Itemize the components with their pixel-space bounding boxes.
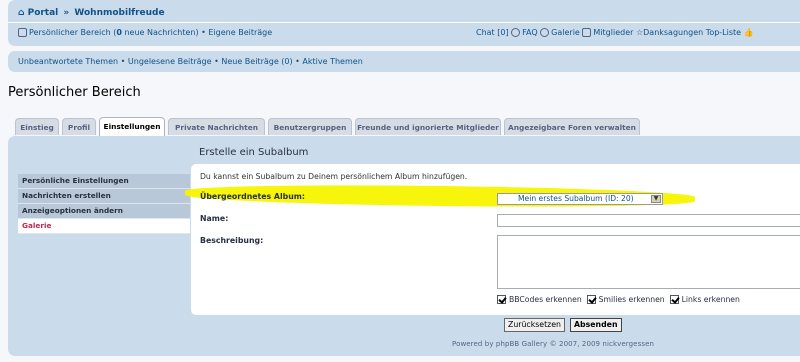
- name-label: Name:: [200, 214, 229, 223]
- menu-item-nachrichten-erstellen[interactable]: Nachrichten erstellen: [18, 189, 190, 204]
- name-input[interactable]: [497, 214, 800, 227]
- smilies-label: Smilies erkennen: [598, 295, 665, 304]
- parent-album-label: Übergeordnetes Album:: [200, 192, 305, 201]
- chat-link[interactable]: Chat [0]: [476, 28, 509, 37]
- smilies-checkbox[interactable]: [586, 295, 596, 304]
- menu-item-persoenliche-einstellungen[interactable]: Persönliche Einstellungen: [18, 174, 190, 189]
- form-title: Erstelle ein Subalbum: [199, 147, 309, 158]
- menu-item-anzeigeoptionen[interactable]: Anzeigeoptionen ändern: [18, 204, 190, 219]
- breadcrumb-separator: »: [63, 8, 70, 18]
- faq-icon: [511, 28, 521, 37]
- menu-item-galerie[interactable]: Galerie: [18, 219, 190, 234]
- gallery-link[interactable]: Galerie: [551, 28, 580, 37]
- own-posts-link[interactable]: Eigene Beiträge: [208, 28, 272, 37]
- tab-profil[interactable]: Profil: [62, 118, 96, 135]
- tab-einstieg[interactable]: Einstieg: [15, 118, 59, 135]
- parent-album-value: Mein erstes Subalbum (ID: 20): [518, 194, 634, 203]
- breadcrumb-portal-link[interactable]: Portal: [28, 8, 59, 18]
- gallery-icon: [540, 28, 550, 37]
- ucp-link[interactable]: Persönlicher Bereich (0 neue Nachrichten…: [29, 28, 199, 37]
- breadcrumb: ⌂ Portal » Wohnmobilfreude: [18, 8, 165, 18]
- home-icon[interactable]: ⌂: [18, 8, 24, 18]
- ucp-icon: [18, 28, 27, 37]
- tab-private-nachrichten[interactable]: Private Nachrichten: [168, 118, 265, 135]
- page-title: Persönlicher Bereich: [8, 85, 141, 100]
- members-icon: [582, 28, 592, 37]
- bbcode-checkbox[interactable]: [497, 295, 506, 304]
- header-divider: [8, 22, 800, 23]
- description-label: Beschreibung:: [200, 236, 264, 245]
- thumbs-up-icon: 👍: [743, 28, 754, 37]
- tab-freunde-ignorierte[interactable]: Freunde und ignorierte Mitglieder: [355, 118, 501, 135]
- chevron-down-icon[interactable]: ▼: [651, 195, 661, 203]
- bbcode-label: BBCodes erkennen: [509, 295, 582, 304]
- tab-foren-verwalten[interactable]: Angezeigbare Foren verwalten: [504, 118, 640, 135]
- thanks-toplist-link[interactable]: Danksagungen Top-Liste: [643, 28, 741, 37]
- links-label: Links erkennen: [681, 295, 740, 304]
- ucp-side-menu: Persönliche Einstellungen Nachrichten er…: [18, 174, 190, 234]
- tab-einstellungen[interactable]: Einstellungen: [99, 117, 165, 136]
- quicklinks-bar: Unbeantwortete Themen • Ungelesene Beitr…: [8, 51, 800, 72]
- members-link[interactable]: Mitglieder: [593, 28, 633, 37]
- breadcrumb-forum-link[interactable]: Wohnmobilfreude: [74, 8, 164, 18]
- user-bar: Persönlicher Bereich (0 neue Nachrichten…: [18, 28, 800, 37]
- header-links: Chat [0] FAQ Galerie Mitglieder ☆Danksag…: [476, 28, 754, 37]
- post-options: BBCodes erkennen Smilies erkennen Links …: [497, 295, 740, 304]
- faq-link[interactable]: FAQ: [522, 28, 538, 37]
- separator-dot: •: [201, 28, 206, 37]
- tab-benutzergruppen[interactable]: Benutzergruppen: [268, 118, 352, 135]
- parent-album-select[interactable]: Mein erstes Subalbum (ID: 20) ▼: [497, 193, 663, 205]
- submit-button[interactable]: Absenden: [570, 318, 622, 332]
- links-checkbox[interactable]: [669, 295, 679, 304]
- form-intro: Du kannst ein Subalbum zu Deinem persönl…: [200, 172, 468, 181]
- reset-button[interactable]: Zurücksetzen: [504, 318, 565, 332]
- header-bar: ⌂ Portal » Wohnmobilfreude Persönlicher …: [8, 0, 800, 46]
- description-textarea[interactable]: [497, 235, 800, 289]
- footer-credits: Powered by phpBB Gallery © 2007, 2009 ni…: [452, 340, 655, 348]
- quicklinks[interactable]: Unbeantwortete Themen • Ungelesene Beitr…: [18, 57, 363, 66]
